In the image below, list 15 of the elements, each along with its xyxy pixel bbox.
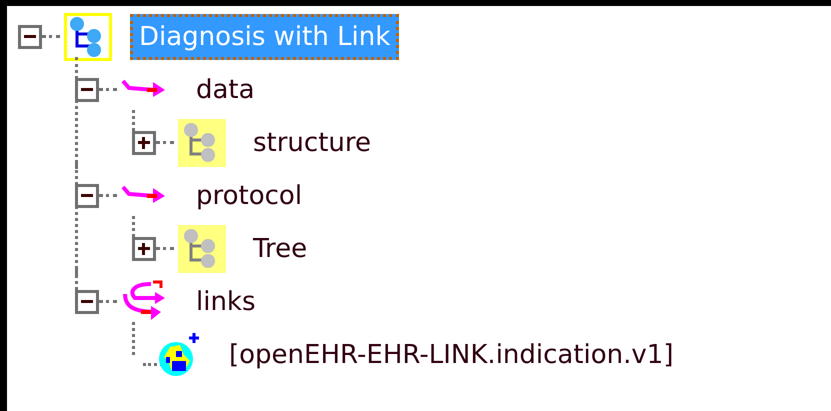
- tree-item[interactable]: links: [187, 278, 265, 324]
- collapse-button[interactable]: [75, 78, 99, 102]
- tree-item[interactable]: data: [187, 66, 264, 112]
- collapse-button[interactable]: [75, 184, 99, 208]
- tree-item[interactable]: protocol: [187, 172, 312, 218]
- expand-button[interactable]: [132, 236, 156, 260]
- tree-item[interactable]: structure: [244, 120, 380, 166]
- tree-node-icon: [178, 224, 226, 272]
- collapse-button[interactable]: [75, 290, 99, 314]
- tree-item[interactable]: [openEHR-EHR-LINK.indication.v1]: [220, 332, 682, 378]
- expand-button[interactable]: [132, 130, 156, 154]
- collapse-button[interactable]: [18, 24, 42, 48]
- tree-node-icon: [178, 118, 226, 166]
- tree-node-icon: [64, 12, 112, 60]
- tree-item[interactable]: Tree: [244, 226, 316, 272]
